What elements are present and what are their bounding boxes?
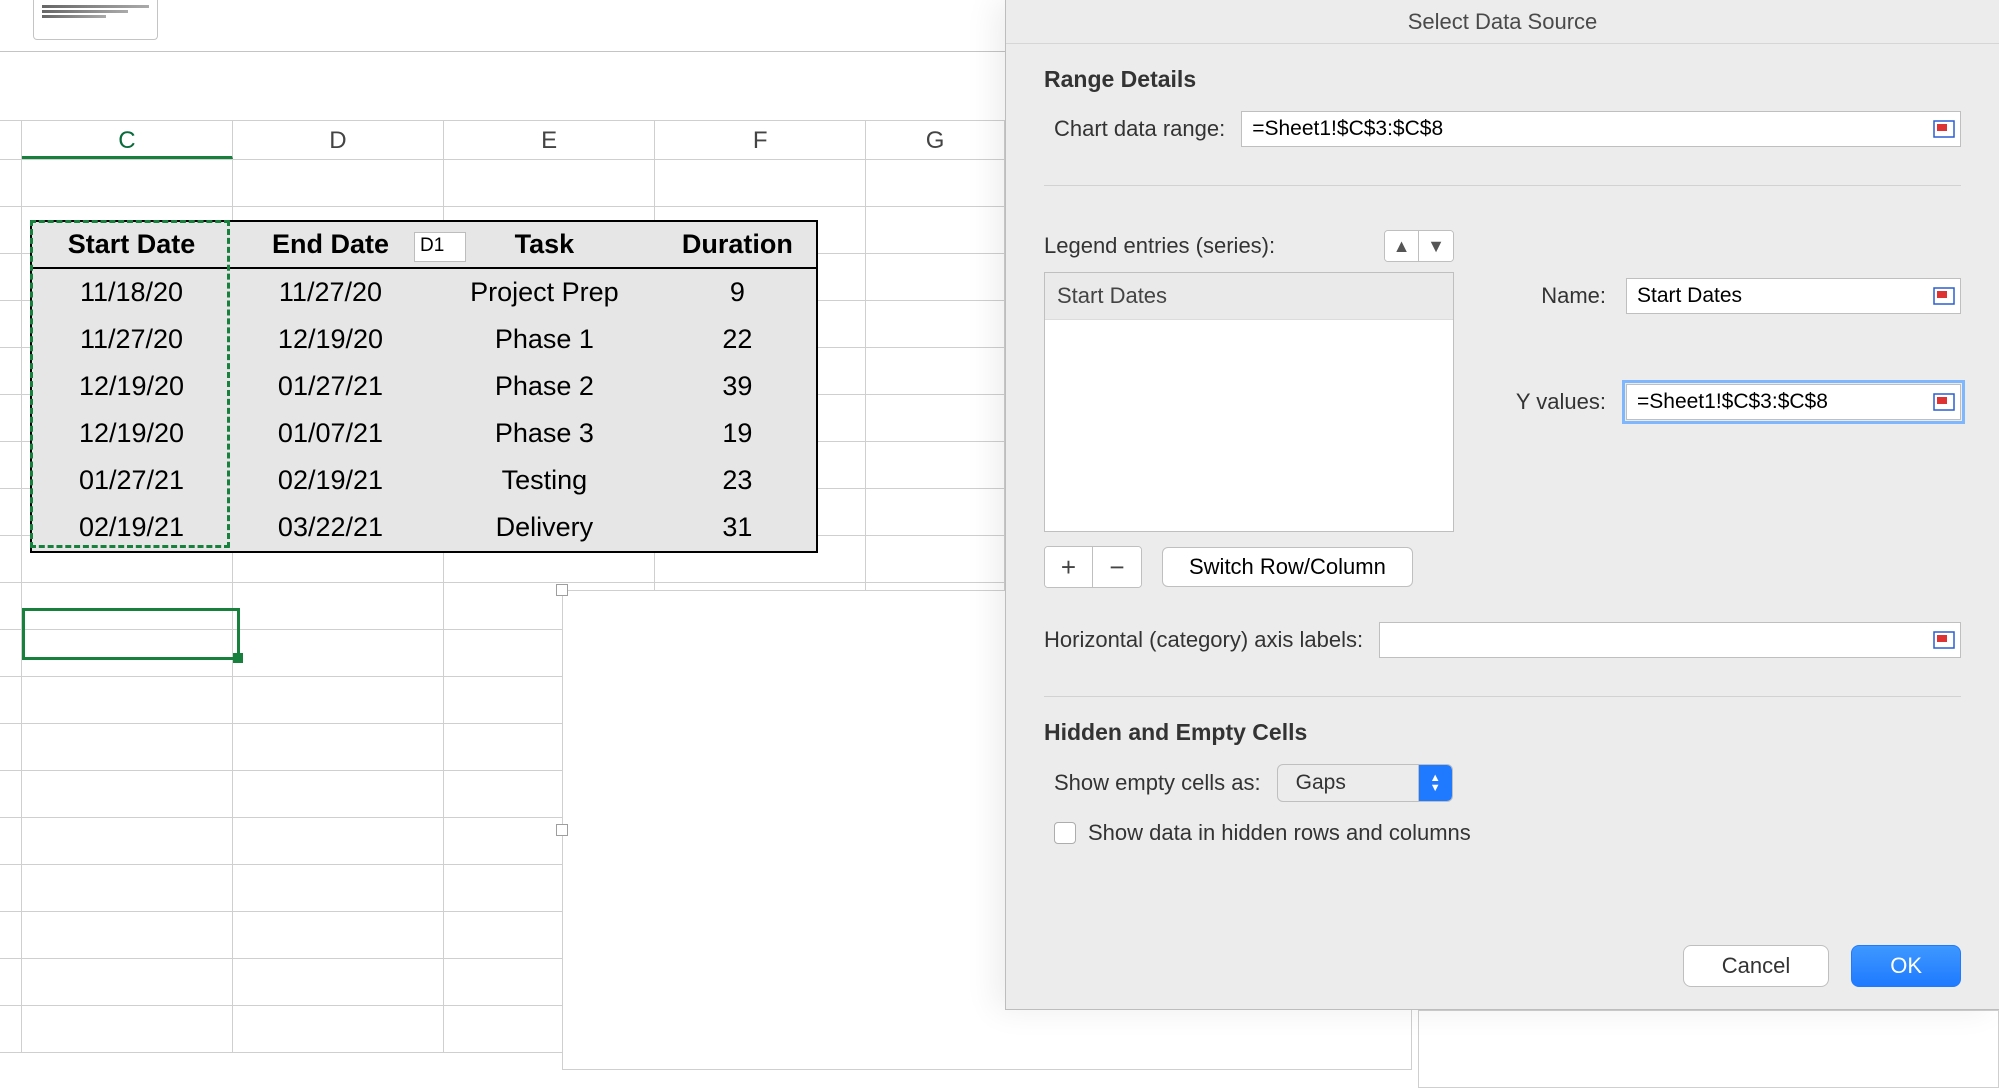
table-header-duration: Duration	[659, 222, 816, 267]
column-header-c[interactable]: C	[22, 121, 233, 159]
show-hidden-checkbox[interactable]	[1054, 822, 1076, 844]
column-headers: C D E F G	[0, 120, 1005, 160]
move-series-up-button[interactable]: ▲	[1385, 231, 1419, 261]
y-values-input[interactable]	[1626, 384, 1961, 420]
table-row[interactable]: 01/27/21 02/19/21 Testing 23	[32, 457, 816, 504]
range-details-heading: Range Details	[1044, 66, 1961, 93]
range-selector-icon[interactable]	[1933, 287, 1955, 305]
toolbar-strip	[0, 0, 1005, 52]
column-header-e[interactable]: E	[444, 121, 655, 159]
table-header-start-date: Start Date	[32, 222, 231, 267]
move-series-down-button[interactable]: ▼	[1419, 231, 1453, 261]
cell-reference-tooltip: D1	[414, 232, 466, 262]
cancel-button[interactable]: Cancel	[1683, 945, 1829, 987]
remove-series-button[interactable]: −	[1093, 547, 1141, 587]
resize-handle-icon[interactable]	[556, 584, 568, 596]
table-row[interactable]: 12/19/20 01/07/21 Phase 3 19	[32, 410, 816, 457]
column-header-f[interactable]: F	[655, 121, 866, 159]
spreadsheet-area: C D E F G	[0, 0, 1005, 1088]
show-hidden-label: Show data in hidden rows and columns	[1088, 820, 1471, 846]
dropdown-stepper-icon: ▲▼	[1418, 764, 1452, 802]
series-name-input[interactable]	[1626, 278, 1961, 314]
table-header-end-date: End Date	[231, 222, 430, 267]
series-reorder-buttons: ▲ ▼	[1384, 230, 1454, 262]
add-series-button[interactable]: +	[1045, 547, 1093, 587]
switch-row-column-button[interactable]: Switch Row/Column	[1162, 547, 1413, 587]
resize-handle-icon[interactable]	[556, 824, 568, 836]
dropdown-value: Gaps	[1278, 771, 1418, 795]
dialog-title: Select Data Source	[1006, 0, 1999, 44]
hidden-empty-heading: Hidden and Empty Cells	[1044, 719, 1961, 746]
range-selector-icon[interactable]	[1933, 393, 1955, 411]
range-selector-icon[interactable]	[1933, 631, 1955, 649]
legend-entries-label: Legend entries (series):	[1044, 233, 1275, 259]
column-header-g[interactable]: G	[866, 121, 1005, 159]
table-row[interactable]: 11/27/20 12/19/20 Phase 1 22	[32, 316, 816, 363]
grid-fragment	[1418, 1010, 1999, 1088]
category-axis-input[interactable]	[1379, 622, 1961, 658]
range-selector-icon[interactable]	[1933, 120, 1955, 138]
table-row[interactable]: 12/19/20 01/27/21 Phase 2 39	[32, 363, 816, 410]
show-empty-label: Show empty cells as:	[1054, 770, 1261, 796]
table-row[interactable]: 02/19/21 03/22/21 Delivery 31	[32, 504, 816, 551]
series-list-item[interactable]: Start Dates	[1045, 273, 1453, 320]
series-name-label: Name:	[1494, 283, 1606, 309]
series-listbox[interactable]: Start Dates	[1044, 272, 1454, 532]
category-axis-label: Horizontal (category) axis labels:	[1044, 627, 1363, 653]
data-table[interactable]: Start Date End Date Task Duration 11/18/…	[30, 220, 818, 553]
chart-data-range-input[interactable]	[1241, 111, 1961, 147]
active-cell-cursor[interactable]	[22, 608, 240, 660]
column-header-d[interactable]: D	[233, 121, 444, 159]
cell-styles-gallery[interactable]	[33, 0, 158, 40]
chart-data-range-label: Chart data range:	[1054, 116, 1225, 142]
select-data-source-dialog: Select Data Source Range Details Chart d…	[1005, 0, 1999, 1010]
show-empty-dropdown[interactable]: Gaps ▲▼	[1277, 764, 1453, 802]
ok-button[interactable]: OK	[1851, 945, 1961, 987]
y-values-label: Y values:	[1494, 389, 1606, 415]
table-row[interactable]: 11/18/20 11/27/20 Project Prep 9	[32, 269, 816, 316]
